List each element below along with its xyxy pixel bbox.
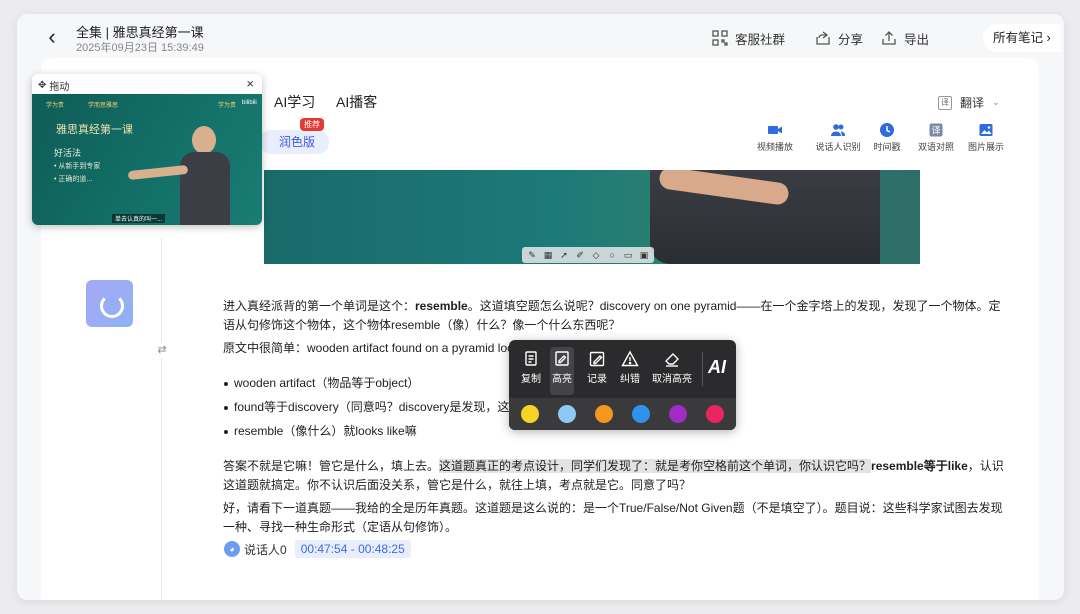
translate-label: 翻译 <box>960 96 985 110</box>
speaker-name: 说话人0 <box>244 542 287 557</box>
tab-ai-podcast[interactable]: AI播客 <box>336 92 377 112</box>
tool-video-playback[interactable]: 视频播放 <box>746 122 804 153</box>
brand-logo: 学为贵 <box>46 103 65 109</box>
tool-label: 时间戳 <box>873 142 901 152</box>
brand-logo: 学为贵 <box>218 103 237 109</box>
slide-line: • 正确的道... <box>54 176 93 183</box>
pen-icon[interactable]: ✎ <box>525 248 539 262</box>
speaker-avatar-icon: ◕ <box>224 541 240 557</box>
highlight-button[interactable]: 高亮 <box>550 347 574 395</box>
top-bar: ‹ 全集 | 雅思真经第一课 2025年09月23日 15:39:49 客服社群… <box>17 14 1064 60</box>
share-icon <box>816 31 830 45</box>
tool-image-display[interactable]: 图片展示 <box>957 122 1015 153</box>
tab-polished-version[interactable]: 润色版 <box>259 130 329 154</box>
pointer-icon[interactable]: ➚ <box>557 248 571 262</box>
color-swatch-purple[interactable] <box>669 405 687 423</box>
color-swatch-light-blue[interactable] <box>558 405 576 423</box>
course-title: 雅思真经第一课 <box>56 124 133 136</box>
customer-group-label: 客服社群 <box>735 32 786 47</box>
tool-label: 视频播放 <box>756 142 793 152</box>
eraser-icon <box>665 353 679 367</box>
copy-icon <box>525 351 537 366</box>
move-icon: ✥ <box>38 80 47 91</box>
image-icon <box>979 124 993 136</box>
swap-icon[interactable]: ⇄ <box>154 342 170 358</box>
loading-avatar <box>86 280 133 327</box>
clock-icon <box>880 123 894 137</box>
eraser-icon[interactable]: ◇ <box>589 248 603 262</box>
menu-divider <box>702 352 703 386</box>
export-label: 导出 <box>904 32 930 47</box>
video-toolbar: ✎ ▦ ➚ ✐ ◇ ○ ▭ ▣ <box>522 247 654 263</box>
copy-button[interactable]: 复制 <box>521 350 541 385</box>
tool-label: 图片展示 <box>967 142 1004 152</box>
share-label: 分享 <box>838 32 864 47</box>
paragraph: 好，请看下一道真题——我给的全是历年真题。这道题是这么说的：是一个True/Fa… <box>223 501 1003 534</box>
customer-group-button[interactable]: 客服社群 <box>711 28 785 48</box>
translate-icon: 译 <box>938 95 952 110</box>
capture-icon[interactable]: ▣ <box>637 248 651 262</box>
brush-icon[interactable]: ✐ <box>573 248 587 262</box>
close-icon[interactable]: × <box>246 76 254 91</box>
video-caption: 单去认真的叫一... <box>112 214 166 223</box>
paragraph: 进入真经派背的第一个单词是这个：resemble。这道填空题怎么说呢？disco… <box>223 299 1001 332</box>
slide-line: 好活法 <box>54 148 82 158</box>
qr-code-icon <box>712 30 728 46</box>
export-button[interactable]: 导出 <box>880 28 929 48</box>
video-camera-icon <box>768 126 782 134</box>
tab-ai-learning[interactable]: AI学习 <box>274 92 315 112</box>
back-button[interactable]: ‹ <box>39 24 65 50</box>
warning-icon <box>621 350 639 367</box>
recommended-badge: 推荐 <box>300 118 324 131</box>
svg-text:译: 译 <box>931 126 940 137</box>
mini-video-frame[interactable]: 学为贵 学而思雅思 学为贵 bilibili 雅思真经第一课 好活法 • 从新手… <box>32 94 262 225</box>
all-notes-button[interactable]: 所有笔记 › <box>983 24 1061 52</box>
note-icon <box>589 351 605 367</box>
bilingual-icon: 译 <box>929 123 943 137</box>
report-error-button[interactable]: 纠错 <box>620 350 640 385</box>
drag-handle[interactable]: ✥ 拖动 <box>38 78 69 93</box>
note-button[interactable]: 记录 <box>587 350 607 385</box>
bilibili-logo: bilibili <box>242 100 257 106</box>
speaker-row: ◕ 说话人0 00:47:54 - 00:48:25 <box>224 540 411 558</box>
chevron-right-icon: › <box>1046 31 1051 45</box>
people-icon <box>831 124 845 136</box>
color-swatch-orange[interactable] <box>595 405 613 423</box>
highlighted-text[interactable]: 这道题真正的考点设计，同学们发现了：就是考你空格前这个单词，你认识它吗？ <box>439 459 872 473</box>
ai-button[interactable]: AI <box>708 357 726 378</box>
search-icon[interactable]: ○ <box>605 248 619 262</box>
brand-logo: 学而思雅思 <box>88 103 119 109</box>
drag-label: 拖动 <box>49 82 70 93</box>
grid-icon[interactable]: ▦ <box>541 248 555 262</box>
column-divider <box>161 238 162 600</box>
color-swatch-pink[interactable] <box>706 405 724 423</box>
color-swatch-yellow[interactable] <box>521 405 539 423</box>
teacher-figure <box>180 122 230 225</box>
tool-label: 双语对照 <box>917 142 954 152</box>
remove-highlight-button[interactable]: 取消高亮 <box>652 350 692 385</box>
share-button[interactable]: 分享 <box>814 28 863 48</box>
text-context-menu: 复制 高亮 记录 纠错 取消高亮 AI <box>509 340 736 430</box>
video-frame[interactable]: ✎ ▦ ➚ ✐ ◇ ○ ▭ ▣ <box>264 170 920 264</box>
screen-icon[interactable]: ▭ <box>621 248 635 262</box>
all-notes-label: 所有笔记 <box>993 31 1044 45</box>
document-date: 2025年09月23日 15:39:49 <box>76 42 204 54</box>
slide-line: • 从新手到专家 <box>54 163 101 170</box>
timestamp-link[interactable]: 00:47:54 - 00:48:25 <box>294 540 411 558</box>
tool-label: 说话人识别 <box>815 142 861 152</box>
color-swatch-blue[interactable] <box>632 405 650 423</box>
highlight-color-palette <box>509 398 736 430</box>
export-icon <box>882 31 896 45</box>
chevron-down-icon: ⌄ <box>992 97 1000 107</box>
paragraph: 答案不就是它嘛！管它是什么，填上去。这道题真正的考点设计，同学们发现了：就是考你… <box>223 459 1004 492</box>
mini-player-header: ✥ 拖动 × <box>32 74 262 94</box>
highlight-icon <box>555 351 569 366</box>
translate-dropdown[interactable]: 译 翻译 ⌄ <box>938 94 1000 111</box>
floating-video-player[interactable]: ✥ 拖动 × 学为贵 学而思雅思 学为贵 bilibili 雅思真经第一课 好活… <box>32 74 262 225</box>
